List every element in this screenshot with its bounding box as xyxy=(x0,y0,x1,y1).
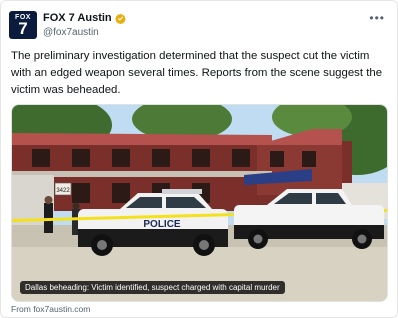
address-sign: 3422 xyxy=(56,188,70,194)
avatar-text-seven: 7 xyxy=(18,19,28,38)
verified-badge-icon xyxy=(114,13,126,24)
news-scene-image: 3422 POLICE xyxy=(12,105,387,301)
source-link[interactable]: From fox7austin.com xyxy=(11,304,90,314)
media-caption: Dallas beheading: Victim identified, sus… xyxy=(20,281,285,294)
more-dots-icon[interactable]: ••• xyxy=(369,11,385,25)
tweet-card[interactable]: FOX 7 FOX 7 Austin @fox7austin ••• The p… xyxy=(0,0,398,318)
user-handle[interactable]: @fox7austin xyxy=(43,27,99,38)
display-name[interactable]: FOX 7 Austin xyxy=(43,12,112,24)
avatar[interactable]: FOX 7 xyxy=(9,11,37,39)
tweet-text: The preliminary investigation determined… xyxy=(11,50,383,96)
police-car-text: POLICE xyxy=(143,219,181,230)
media-image[interactable]: 3422 POLICE Dallas beheading: Victim ide… xyxy=(11,104,388,302)
author-row: FOX 7 Austin xyxy=(43,12,126,24)
